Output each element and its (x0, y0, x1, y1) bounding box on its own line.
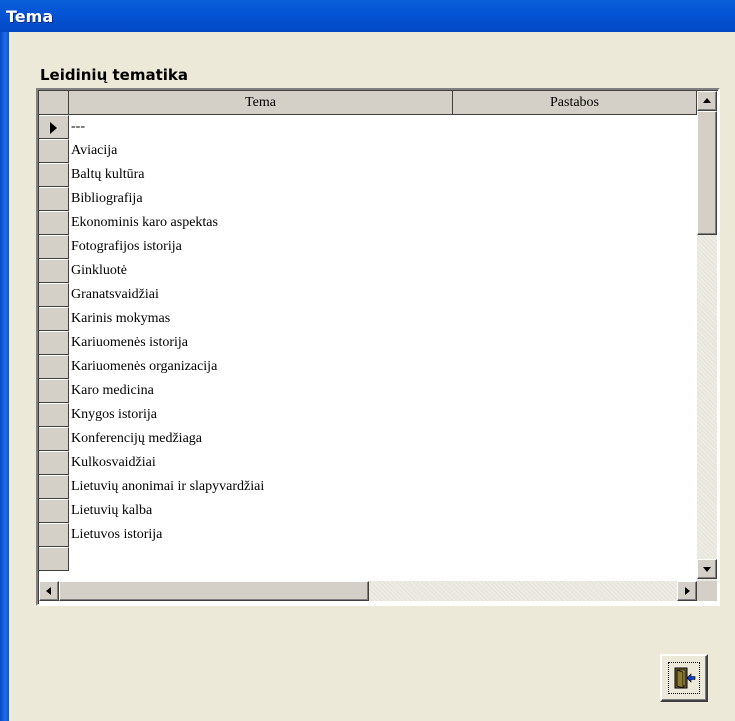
column-header-pastabos[interactable]: Pastabos (453, 91, 697, 115)
row-indicator[interactable] (39, 259, 69, 283)
cell-tema[interactable]: Fotografijos istorija (71, 239, 182, 255)
row-indicator[interactable] (39, 187, 69, 211)
arrow-right-icon (685, 587, 690, 595)
table-row[interactable]: Fotografijos istorija (39, 235, 697, 259)
cell-tema[interactable]: Lietuvių kalba (71, 503, 152, 519)
data-grid[interactable]: Tema Pastabos --- Aviacija Baltų kultūra Bi… (36, 88, 720, 606)
cell-tema[interactable]: Karinis mokymas (71, 311, 170, 327)
row-indicator[interactable] (39, 475, 69, 499)
row-indicator[interactable] (39, 235, 69, 259)
row-indicator[interactable] (39, 307, 69, 331)
current-row-arrow-icon (50, 122, 57, 134)
column-header-tema[interactable]: Tema (69, 91, 453, 115)
table-row[interactable]: Kariuomenės organizacija (39, 355, 697, 379)
vertical-scroll-thumb[interactable] (697, 111, 717, 235)
table-row[interactable]: Lietuvių kalba (39, 499, 697, 523)
row-indicator[interactable] (39, 115, 69, 139)
table-row[interactable]: Konferencijų medžiaga (39, 427, 697, 451)
table-row[interactable]: Knygos istorija (39, 403, 697, 427)
exit-door-icon (674, 667, 696, 689)
title-bar[interactable]: Tema (0, 0, 735, 32)
table-row[interactable]: --- (39, 115, 697, 139)
cell-tema[interactable]: Granatsvaidžiai (71, 287, 159, 303)
scrollbar-corner (697, 581, 717, 601)
scroll-left-button[interactable] (39, 581, 59, 601)
table-row[interactable]: Bibliografija (39, 187, 697, 211)
cell-tema[interactable]: Ginkluotė (71, 263, 127, 279)
cell-tema[interactable]: Konferencijų medžiaga (71, 431, 202, 447)
grid-rows: --- Aviacija Baltų kultūra Bibliografija Eko… (39, 115, 697, 571)
arrow-left-icon (46, 587, 51, 595)
table-row[interactable]: Kulkosvaidžiai (39, 451, 697, 475)
cell-tema[interactable]: Lietuvos istorija (71, 527, 162, 543)
grid-header-indicator (39, 91, 69, 115)
cell-tema[interactable]: --- (71, 119, 85, 135)
cell-tema[interactable]: Ekonominis karo aspektas (71, 215, 218, 231)
cell-tema[interactable]: Baltų kultūra (71, 167, 145, 183)
cell-tema[interactable]: Kariuomenės istorija (71, 335, 188, 351)
window-frame-left (0, 32, 9, 721)
row-indicator[interactable] (39, 211, 69, 235)
arrow-down-icon (703, 567, 711, 572)
cell-tema[interactable]: Kulkosvaidžiai (71, 455, 156, 471)
horizontal-scrollbar[interactable] (39, 581, 697, 601)
table-row[interactable]: Ekonominis karo aspektas (39, 211, 697, 235)
row-indicator[interactable] (39, 331, 69, 355)
row-indicator[interactable] (39, 403, 69, 427)
row-indicator[interactable] (39, 163, 69, 187)
table-row[interactable]: Granatsvaidžiai (39, 283, 697, 307)
vertical-scrollbar[interactable] (697, 91, 717, 581)
horizontal-scroll-thumb[interactable] (59, 581, 369, 601)
cell-tema[interactable]: Aviacija (71, 143, 117, 159)
table-row[interactable]: Kariuomenės istorija (39, 331, 697, 355)
table-row[interactable]: Lietuvių anonimai ir slapyvardžiai (39, 475, 697, 499)
row-indicator[interactable] (39, 379, 69, 403)
cell-tema[interactable]: Lietuvių anonimai ir slapyvardžiai (71, 479, 264, 495)
window-title: Tema (6, 7, 54, 26)
scroll-right-button[interactable] (677, 581, 697, 601)
row-indicator[interactable] (39, 451, 69, 475)
scroll-down-button[interactable] (697, 559, 717, 579)
table-row[interactable]: Karo medicina (39, 379, 697, 403)
table-row[interactable]: Ginkluotė (39, 259, 697, 283)
arrow-up-icon (703, 98, 711, 103)
table-row[interactable]: Karinis mokymas (39, 307, 697, 331)
table-row[interactable] (39, 547, 697, 571)
table-row[interactable]: Baltų kultūra (39, 163, 697, 187)
scroll-up-button[interactable] (697, 91, 717, 111)
cell-tema[interactable]: Bibliografija (71, 191, 143, 207)
table-row[interactable]: Aviacija (39, 139, 697, 163)
cell-tema[interactable]: Kariuomenės organizacija (71, 359, 217, 375)
row-indicator[interactable] (39, 499, 69, 523)
cell-tema[interactable]: Knygos istorija (71, 407, 157, 423)
section-label: Leidinių tematika (40, 66, 188, 84)
exit-button[interactable] (660, 654, 708, 702)
row-indicator[interactable] (39, 139, 69, 163)
cell-tema[interactable]: Karo medicina (71, 383, 154, 399)
row-indicator[interactable] (39, 523, 69, 547)
row-indicator[interactable] (39, 427, 69, 451)
row-indicator[interactable] (39, 283, 69, 307)
row-indicator[interactable] (39, 355, 69, 379)
table-row[interactable]: Lietuvos istorija (39, 523, 697, 547)
row-indicator[interactable] (39, 547, 69, 571)
